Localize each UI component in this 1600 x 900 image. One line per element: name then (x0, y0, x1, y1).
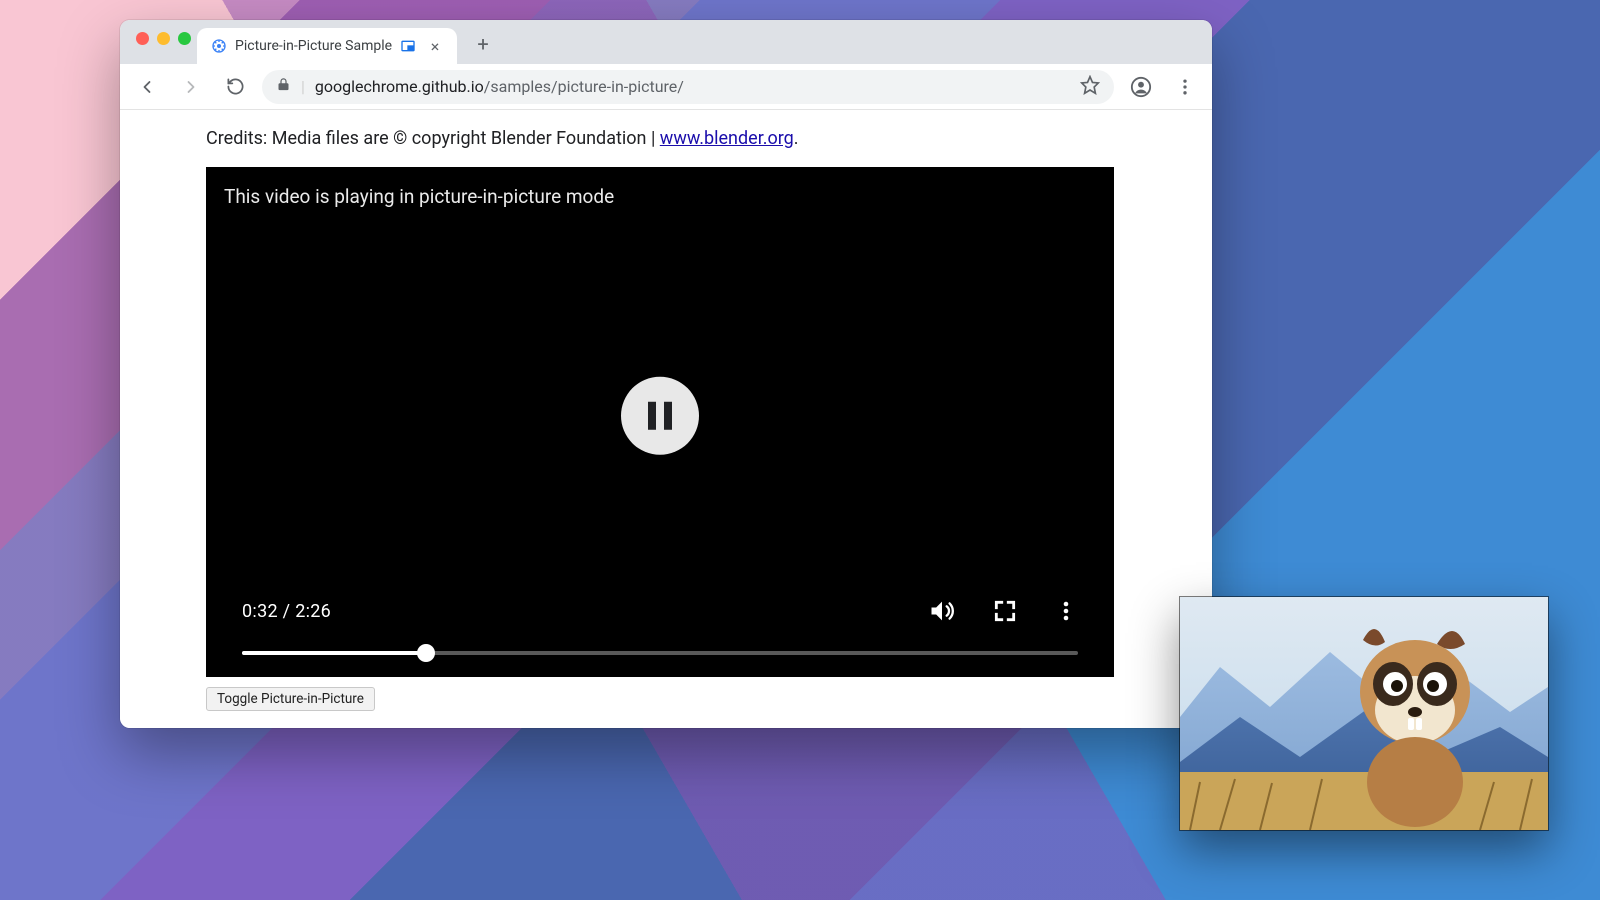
credits-suffix: . (794, 128, 799, 149)
toggle-pip-button[interactable]: Toggle Picture-in-Picture (206, 687, 375, 711)
video-menu-button[interactable] (1054, 599, 1078, 623)
credits-text: Credits: Media files are © copyright Ble… (206, 128, 660, 149)
pip-indicator-icon (400, 38, 416, 54)
tab-favicon-icon (211, 38, 227, 54)
lock-icon (276, 77, 291, 96)
progress-fill (242, 651, 426, 655)
video-player[interactable]: This video is playing in picture-in-pict… (206, 167, 1114, 677)
window-close-button[interactable] (136, 32, 149, 45)
pip-video-frame (1180, 597, 1548, 830)
browser-toolbar: | googlechrome.github.io/samples/picture… (120, 64, 1212, 110)
url-host: googlechrome.github.io (315, 77, 484, 96)
window-minimize-button[interactable] (157, 32, 170, 45)
address-bar[interactable]: | googlechrome.github.io/samples/picture… (262, 70, 1114, 104)
duration: 2:26 (295, 601, 331, 622)
back-button[interactable] (130, 70, 164, 104)
url-path: /samples/picture-in-picture/ (484, 77, 684, 96)
profile-button[interactable] (1124, 70, 1158, 104)
pip-overlay-message: This video is playing in picture-in-pict… (224, 185, 614, 208)
current-time: 0:32 (242, 601, 278, 622)
playback-time: 0:32 / 2:26 (242, 601, 331, 622)
credits-line: Credits: Media files are © copyright Ble… (206, 128, 1126, 149)
page-content: Credits: Media files are © copyright Ble… (120, 110, 1212, 728)
forward-button[interactable] (174, 70, 208, 104)
video-controls: 0:32 / 2:26 (206, 597, 1114, 677)
browser-tab[interactable]: Picture-in-Picture Sample × (197, 28, 457, 64)
new-tab-button[interactable]: + (469, 30, 497, 58)
window-controls (130, 20, 197, 64)
pause-icon (648, 402, 672, 430)
tab-title: Picture-in-Picture Sample (235, 38, 392, 54)
fullscreen-button[interactable] (992, 598, 1018, 624)
browser-menu-button[interactable] (1168, 70, 1202, 104)
window-zoom-button[interactable] (178, 32, 191, 45)
browser-window: Picture-in-Picture Sample × + (120, 20, 1212, 728)
pause-button[interactable] (621, 377, 699, 455)
pip-window[interactable] (1180, 597, 1548, 830)
bookmark-star-button[interactable] (1080, 75, 1100, 99)
reload-button[interactable] (218, 70, 252, 104)
address-text: googlechrome.github.io/samples/picture-i… (315, 77, 684, 96)
tab-strip: Picture-in-Picture Sample × + (120, 20, 1212, 64)
progress-bar[interactable] (242, 651, 1078, 655)
progress-thumb[interactable] (417, 644, 435, 662)
volume-button[interactable] (928, 597, 956, 625)
credits-link[interactable]: www.blender.org (660, 128, 794, 149)
tab-close-button[interactable]: × (427, 38, 443, 54)
desktop-background: Picture-in-Picture Sample × + (0, 0, 1600, 900)
